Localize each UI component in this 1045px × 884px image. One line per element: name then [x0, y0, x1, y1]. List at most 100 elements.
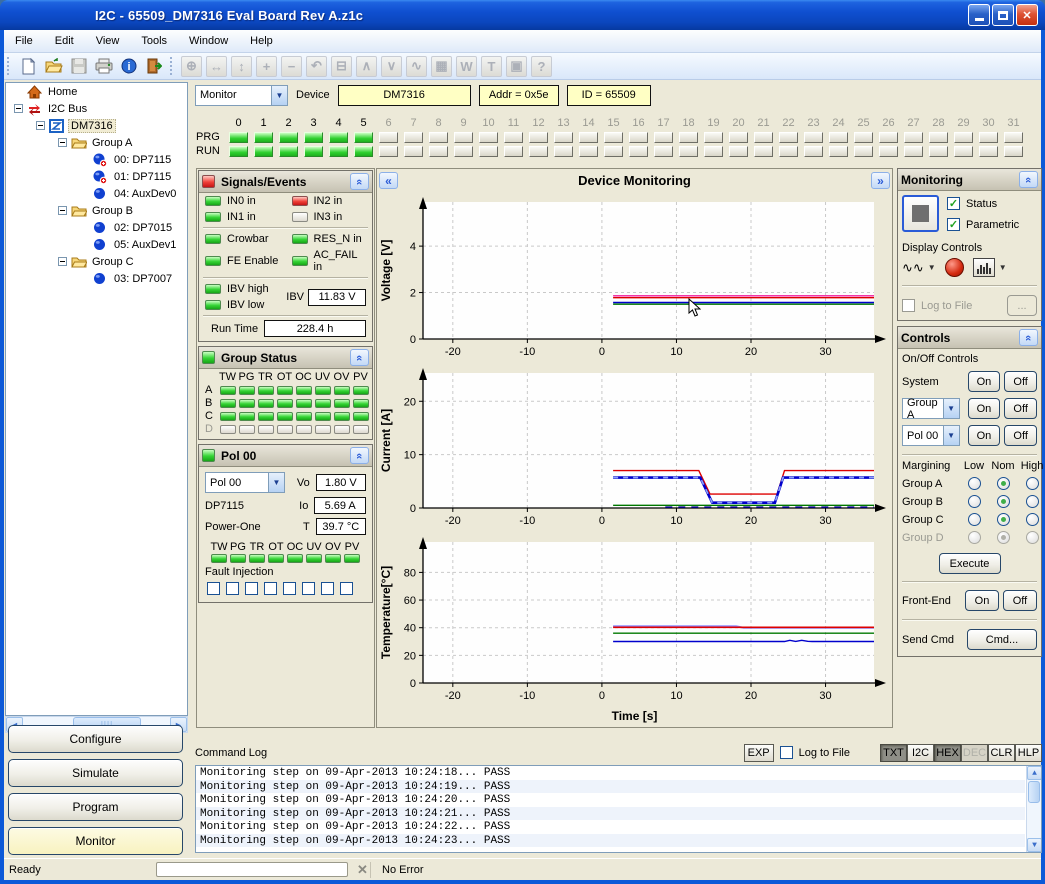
command-log-box[interactable]: Monitoring step on 09-Apr-2013 10:24:18.…: [195, 765, 1042, 853]
pol-00-on-button[interactable]: On: [968, 425, 1001, 446]
menu-tools[interactable]: Tools: [130, 32, 178, 50]
log-format-i2c-button[interactable]: I2C: [907, 744, 934, 762]
tree-item-group-a[interactable]: Group A: [6, 134, 187, 151]
log-format-txt-button[interactable]: TXT: [880, 744, 907, 762]
group-a-off-button[interactable]: Off: [1004, 398, 1037, 419]
close-button[interactable]: ✕: [1016, 4, 1038, 26]
scroll-charts-left-icon[interactable]: «: [379, 172, 398, 189]
exit-button[interactable]: [142, 55, 165, 78]
configure-mode-button[interactable]: Configure: [8, 725, 183, 753]
collapse-chevron-icon[interactable]: «: [1019, 171, 1038, 188]
system-off-button[interactable]: Off: [1004, 371, 1037, 392]
fault-injection-checkbox[interactable]: [283, 582, 296, 595]
collapse-chevron-icon[interactable]: «: [350, 349, 369, 366]
chevron-down-icon[interactable]: ▼: [268, 473, 284, 492]
margining-radio-group-b-high[interactable]: [1026, 495, 1039, 508]
menu-window[interactable]: Window: [178, 32, 239, 50]
mode-combobox[interactable]: Monitor ▼: [195, 85, 288, 106]
margining-radio-group-c-nom[interactable]: [997, 513, 1010, 526]
tree-item-home[interactable]: Home: [6, 83, 187, 100]
send-cmd-button[interactable]: Cmd...: [967, 629, 1037, 650]
log-to-file-checkbox[interactable]: [780, 746, 793, 759]
tree-item-dm7316[interactable]: DM7316: [6, 117, 187, 134]
tree-item-group-c[interactable]: Group C: [6, 253, 187, 270]
collapse-chevron-icon[interactable]: «: [350, 173, 369, 190]
margining-radio-group-c-low[interactable]: [968, 513, 981, 526]
margining-radio-group-a-low[interactable]: [968, 477, 981, 490]
margining-radio-group-b-nom[interactable]: [997, 495, 1010, 508]
log-to-file-checkbox[interactable]: [902, 299, 915, 312]
tree-item-03-dp7007[interactable]: 03: DP7007: [6, 270, 187, 287]
expander-box[interactable]: [58, 206, 67, 215]
menu-edit[interactable]: Edit: [44, 32, 85, 50]
program-mode-button[interactable]: Program: [8, 793, 183, 821]
waveform-display-icon[interactable]: ∿∿: [902, 260, 924, 276]
expander-box[interactable]: [58, 138, 67, 147]
log-format-hex-button[interactable]: HEX: [934, 744, 961, 762]
collapse-chevron-icon[interactable]: «: [1019, 329, 1038, 346]
status-checkbox[interactable]: ✓: [947, 197, 960, 210]
stop-monitoring-button[interactable]: [902, 195, 939, 232]
expander-box[interactable]: [14, 104, 23, 113]
open-file-button[interactable]: [42, 55, 65, 78]
expander-box[interactable]: [36, 121, 45, 130]
collapse-chevron-icon[interactable]: «: [350, 447, 369, 464]
log-vscrollbar[interactable]: ▲ ▼: [1026, 766, 1041, 852]
tree-item-05-auxdev1[interactable]: 05: AuxDev1: [6, 236, 187, 253]
chevron-down-icon[interactable]: ▼: [999, 263, 1007, 272]
simulate-mode-button[interactable]: Simulate: [8, 759, 183, 787]
fault-injection-checkbox[interactable]: [226, 582, 239, 595]
maximize-button[interactable]: [992, 4, 1014, 26]
tree-item-00-dp7115[interactable]: 00: DP7115: [6, 151, 187, 168]
chevron-down-icon[interactable]: ▼: [271, 86, 287, 105]
export-log-button[interactable]: EXP: [744, 744, 774, 762]
pol-select-combobox[interactable]: Pol 00 ▼: [205, 472, 285, 493]
pol-00-combobox[interactable]: Pol 00▼: [902, 425, 960, 446]
new-file-button[interactable]: [17, 55, 40, 78]
menu-view[interactable]: View: [85, 32, 131, 50]
log-format-clr-button[interactable]: CLR: [988, 744, 1015, 762]
scroll-thumb[interactable]: [1028, 781, 1040, 803]
log-format-hlp-button[interactable]: HLP: [1015, 744, 1042, 762]
clear-error-icon[interactable]: ✕: [355, 862, 371, 878]
group-a-on-button[interactable]: On: [968, 398, 1001, 419]
print-button[interactable]: [92, 55, 115, 78]
margining-radio-group-c-high[interactable]: [1026, 513, 1039, 526]
system-on-button[interactable]: On: [968, 371, 1001, 392]
minimize-button[interactable]: [968, 4, 990, 26]
group-a-combobox[interactable]: Group A▼: [902, 398, 960, 419]
front-end-off-button[interactable]: Off: [1003, 590, 1037, 611]
execute-button[interactable]: Execute: [939, 553, 1001, 574]
tree-item-group-b[interactable]: Group B: [6, 202, 187, 219]
record-indicator-icon[interactable]: [945, 258, 964, 277]
scroll-charts-right-icon[interactable]: »: [871, 172, 890, 189]
tree-item-i2c-bus[interactable]: I2C Bus: [6, 100, 187, 117]
browse-log-file-button[interactable]: ...: [1007, 295, 1037, 316]
scroll-up-icon[interactable]: ▲: [1027, 766, 1042, 780]
tree-item-04-auxdev0[interactable]: 04: AuxDev0: [6, 185, 187, 202]
front-end-on-button[interactable]: On: [965, 590, 999, 611]
pol-00-off-button[interactable]: Off: [1004, 425, 1037, 446]
chevron-down-icon[interactable]: ▼: [943, 426, 959, 445]
fault-injection-checkbox[interactable]: [245, 582, 258, 595]
expander-box[interactable]: [58, 257, 67, 266]
menu-help[interactable]: Help: [239, 32, 284, 50]
tree-item-02-dp7015[interactable]: 02: DP7015: [6, 219, 187, 236]
fault-injection-checkbox[interactable]: [302, 582, 315, 595]
margining-radio-group-a-nom[interactable]: [997, 477, 1010, 490]
about-button[interactable]: i: [117, 55, 140, 78]
margining-radio-group-b-low[interactable]: [968, 495, 981, 508]
scroll-down-icon[interactable]: ▼: [1027, 838, 1042, 852]
parametric-checkbox[interactable]: ✓: [947, 218, 960, 231]
fault-injection-checkbox[interactable]: [264, 582, 277, 595]
monitor-mode-button[interactable]: Monitor: [8, 827, 183, 855]
fault-injection-checkbox[interactable]: [321, 582, 334, 595]
tree-item-01-dp7115[interactable]: 01: DP7115: [6, 168, 187, 185]
menu-file[interactable]: File: [4, 32, 44, 50]
fault-injection-checkbox[interactable]: [207, 582, 220, 595]
fault-injection-checkbox[interactable]: [340, 582, 353, 595]
chevron-down-icon[interactable]: ▼: [928, 263, 936, 272]
margining-radio-group-a-high[interactable]: [1026, 477, 1039, 490]
chevron-down-icon[interactable]: ▼: [943, 399, 959, 418]
title-bar[interactable]: I2C - 65509_DM7316 Eval Board Rev A.z1c …: [0, 0, 1045, 30]
